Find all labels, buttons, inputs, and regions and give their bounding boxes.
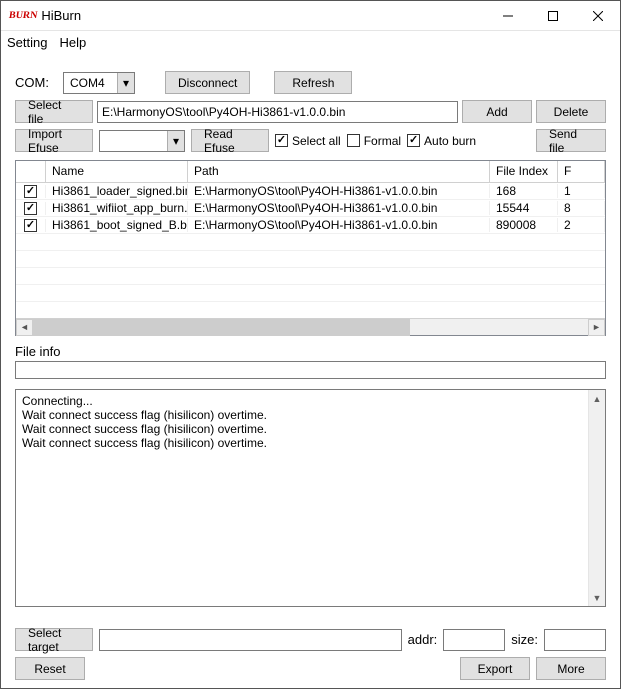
log-line: Wait connect success flag (hisilicon) ov… xyxy=(22,436,581,450)
cell-path: E:\HarmonyOS\tool\Py4OH-Hi3861-v1.0.0.bi… xyxy=(188,201,490,215)
send-file-button[interactable]: Send file xyxy=(536,129,606,152)
auto-burn-label: Auto burn xyxy=(424,134,476,148)
log-line: Wait connect success flag (hisilicon) ov… xyxy=(22,422,581,436)
disconnect-button[interactable]: Disconnect xyxy=(165,71,250,94)
col-file-index[interactable]: File Index xyxy=(490,161,558,182)
log-line: Wait connect success flag (hisilicon) ov… xyxy=(22,408,581,422)
cell-rest: 8 xyxy=(558,201,605,215)
menu-setting[interactable]: Setting xyxy=(7,35,47,50)
formal-checkbox[interactable]: Formal xyxy=(347,134,401,148)
cell-path: E:\HarmonyOS\tool\Py4OH-Hi3861-v1.0.0.bi… xyxy=(188,184,490,198)
app-logo: BURN xyxy=(8,10,38,21)
vertical-scrollbar[interactable]: ▲ ▼ xyxy=(588,390,605,606)
addr-input[interactable] xyxy=(443,629,505,651)
table-row-empty xyxy=(16,251,605,268)
col-path[interactable]: Path xyxy=(188,161,490,182)
log-output[interactable]: Connecting...Wait connect success flag (… xyxy=(15,389,606,607)
col-rest[interactable]: F xyxy=(558,161,605,182)
chevron-down-icon: ▾ xyxy=(117,73,134,93)
file-path-value: E:\HarmonyOS\tool\Py4OH-Hi3861-v1.0.0.bi… xyxy=(102,105,345,119)
table-row-empty xyxy=(16,234,605,251)
menu-help[interactable]: Help xyxy=(59,35,86,50)
cell-file-index: 168 xyxy=(490,184,558,198)
maximize-button[interactable] xyxy=(530,1,575,30)
file-info-box[interactable] xyxy=(15,361,606,379)
cell-file-index: 15544 xyxy=(490,201,558,215)
checkbox-icon xyxy=(275,134,288,147)
target-value-input[interactable] xyxy=(99,629,402,651)
row-checkbox[interactable] xyxy=(16,202,46,215)
export-button[interactable]: Export xyxy=(460,657,530,680)
cell-path: E:\HarmonyOS\tool\Py4OH-Hi3861-v1.0.0.bi… xyxy=(188,218,490,232)
scroll-down-icon[interactable]: ▼ xyxy=(589,589,605,606)
file-path-input[interactable]: E:\HarmonyOS\tool\Py4OH-Hi3861-v1.0.0.bi… xyxy=(97,101,458,123)
checkbox-icon xyxy=(407,134,420,147)
select-all-checkbox[interactable]: Select all xyxy=(275,134,341,148)
chevron-down-icon: ▾ xyxy=(167,131,184,151)
more-button[interactable]: More xyxy=(536,657,606,680)
log-line: Connecting... xyxy=(22,394,581,408)
checkbox-icon xyxy=(347,134,360,147)
cell-file-index: 890008 xyxy=(490,218,558,232)
table-row[interactable]: Hi3861_loader_signed.binE:\HarmonyOS\too… xyxy=(16,183,605,200)
window-title: HiBurn xyxy=(41,8,81,23)
size-input[interactable] xyxy=(544,629,606,651)
addr-label: addr: xyxy=(408,632,438,647)
table-row-empty xyxy=(16,268,605,285)
menu-bar: Setting Help xyxy=(1,31,620,53)
reset-button[interactable]: Reset xyxy=(15,657,85,680)
table-row-empty xyxy=(16,285,605,302)
cell-rest: 2 xyxy=(558,218,605,232)
table-row[interactable]: Hi3861_boot_signed_B.binE:\HarmonyOS\too… xyxy=(16,217,605,234)
checkbox-icon xyxy=(24,219,37,232)
title-bar: BURN HiBurn xyxy=(1,1,620,31)
cell-name: Hi3861_loader_signed.bin xyxy=(46,184,188,198)
refresh-button[interactable]: Refresh xyxy=(274,71,352,94)
select-target-button[interactable]: Select target xyxy=(15,628,93,651)
efuse-combo[interactable]: ▾ xyxy=(99,130,185,152)
select-file-button[interactable]: Select file xyxy=(15,100,93,123)
scroll-thumb[interactable] xyxy=(33,319,410,336)
read-efuse-button[interactable]: Read Efuse xyxy=(191,129,269,152)
horizontal-scrollbar[interactable]: ◄ ► xyxy=(16,318,605,335)
row-checkbox[interactable] xyxy=(16,185,46,198)
table-row-empty xyxy=(16,302,605,318)
scroll-right-icon[interactable]: ► xyxy=(588,319,605,336)
col-name[interactable]: Name xyxy=(46,161,188,182)
com-label: COM: xyxy=(15,75,63,90)
com-port-combo[interactable]: COM4 ▾ xyxy=(63,72,135,94)
table-row[interactable]: Hi3861_wifiiot_app_burn...E:\HarmonyOS\t… xyxy=(16,200,605,217)
table-header: Name Path File Index F xyxy=(16,161,605,183)
cell-rest: 1 xyxy=(558,184,605,198)
cell-name: Hi3861_wifiiot_app_burn... xyxy=(46,201,188,215)
checkbox-icon xyxy=(24,202,37,215)
auto-burn-checkbox[interactable]: Auto burn xyxy=(407,134,476,148)
scroll-left-icon[interactable]: ◄ xyxy=(16,319,33,336)
com-port-value: COM4 xyxy=(64,76,117,90)
import-efuse-button[interactable]: Import Efuse xyxy=(15,129,93,152)
add-button[interactable]: Add xyxy=(462,100,532,123)
scroll-up-icon[interactable]: ▲ xyxy=(589,390,605,407)
checkbox-icon xyxy=(24,185,37,198)
file-info-label: File info xyxy=(15,344,606,359)
select-all-label: Select all xyxy=(292,134,341,148)
formal-label: Formal xyxy=(364,134,401,148)
size-label: size: xyxy=(511,632,538,647)
file-table[interactable]: Name Path File Index F Hi3861_loader_sig… xyxy=(15,160,606,336)
cell-name: Hi3861_boot_signed_B.bin xyxy=(46,218,188,232)
minimize-button[interactable] xyxy=(485,1,530,30)
row-checkbox[interactable] xyxy=(16,219,46,232)
close-button[interactable] xyxy=(575,1,620,30)
delete-button[interactable]: Delete xyxy=(536,100,606,123)
